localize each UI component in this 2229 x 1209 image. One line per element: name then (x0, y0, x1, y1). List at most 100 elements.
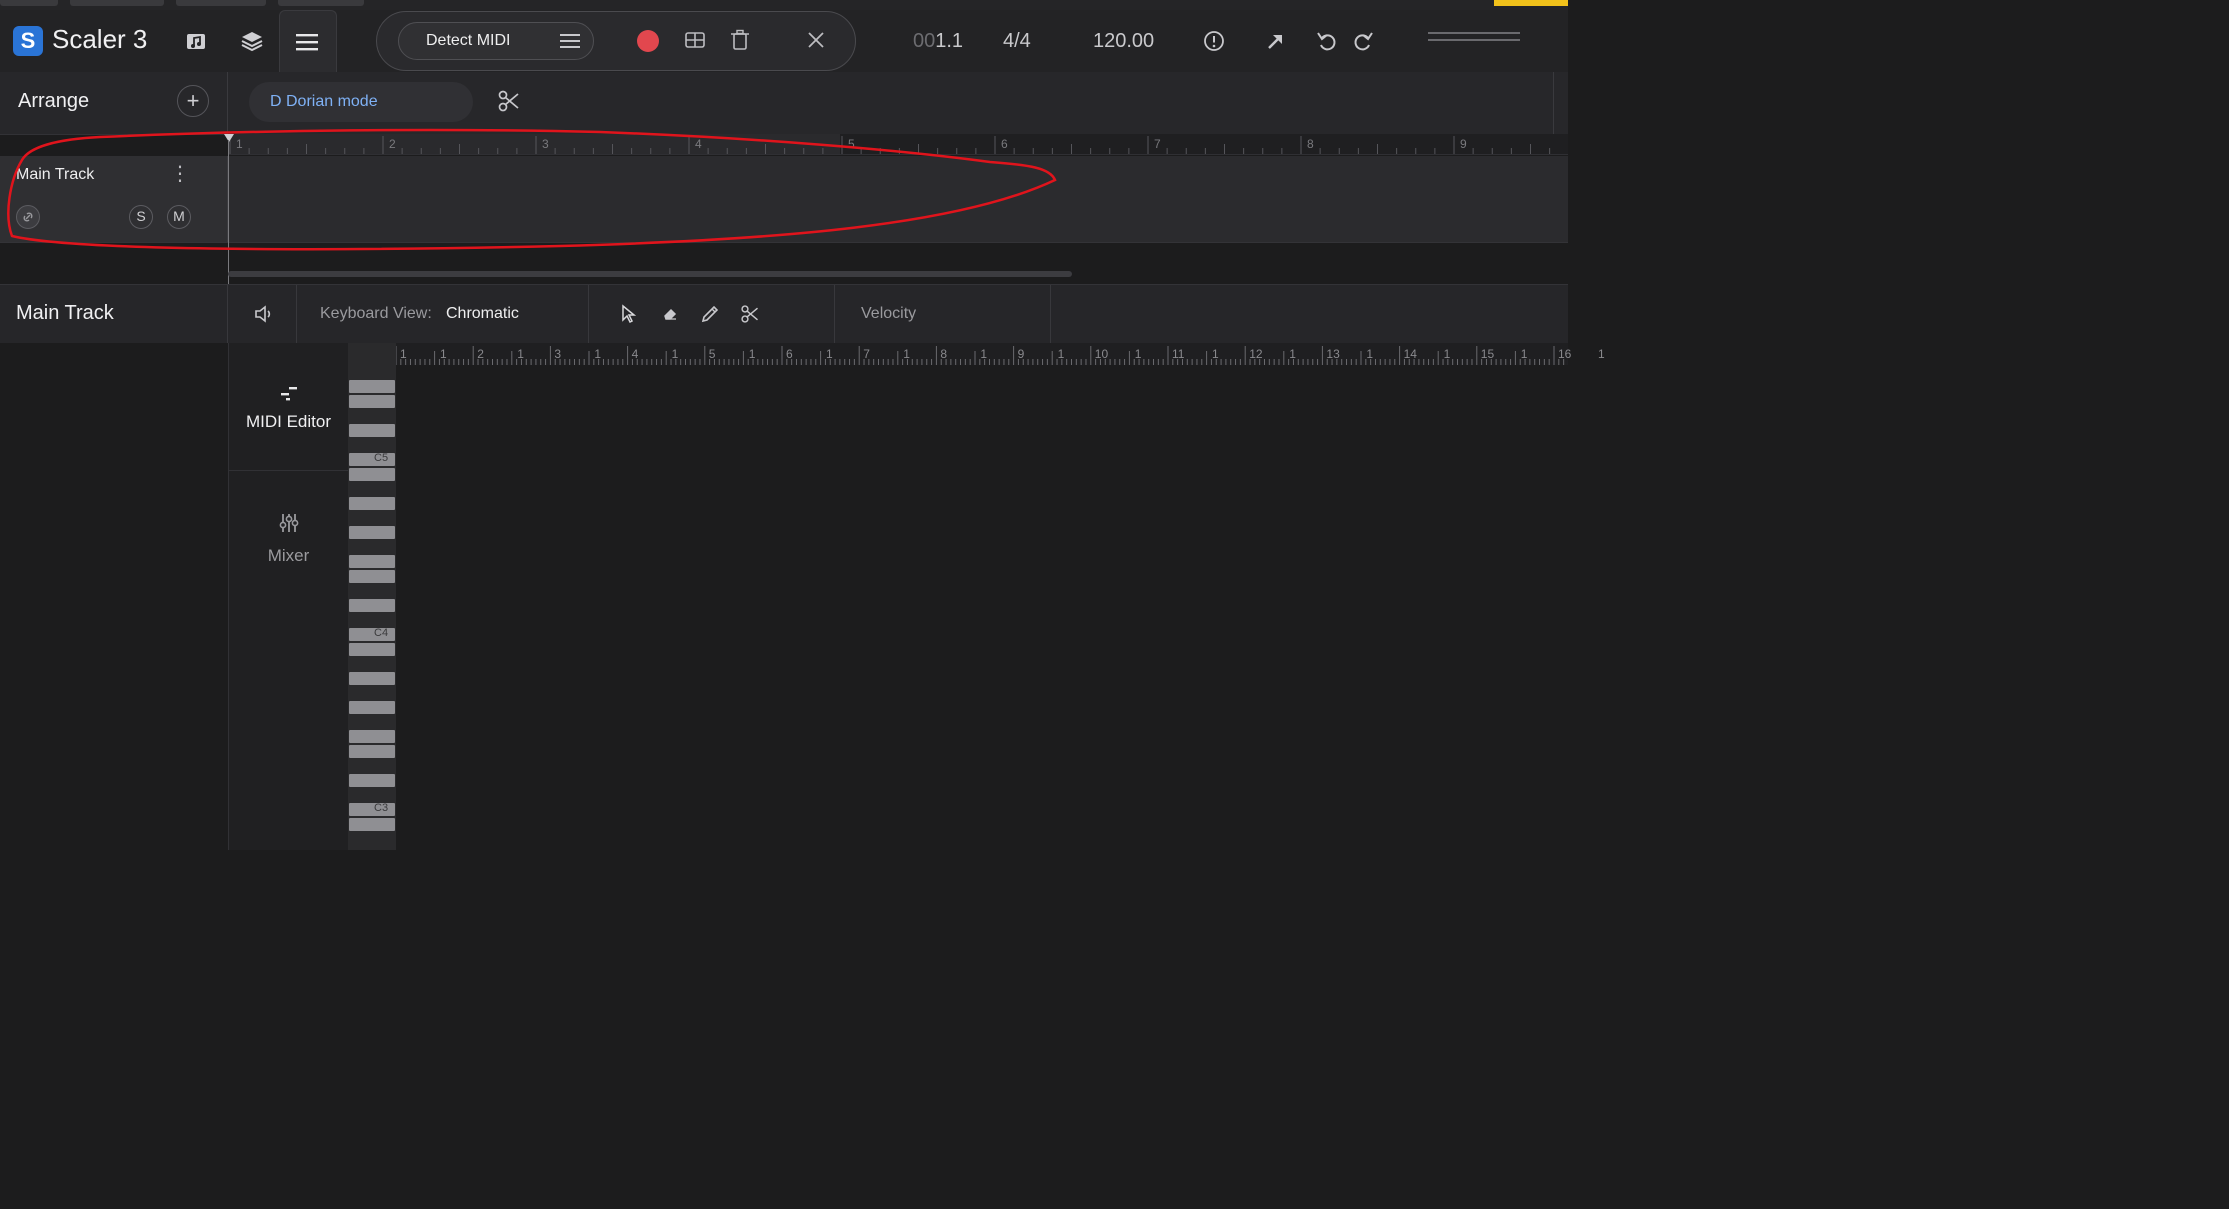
roll-beat-number: 1 (1366, 347, 1374, 361)
roll-beat-number: 1 (1057, 347, 1065, 361)
divider (834, 285, 835, 343)
roll-bar-number: 5 (708, 347, 716, 361)
roll-beat-number: 1 (594, 347, 602, 361)
piano-key[interactable] (349, 424, 395, 437)
position-value: 1.1 (935, 30, 964, 52)
piano-key[interactable] (349, 380, 395, 393)
top-yellow-badge[interactable] (1494, 0, 1568, 6)
roll-beat-number: 1 (1443, 347, 1451, 361)
capture-icon[interactable] (680, 25, 710, 55)
mixer-tab[interactable]: Mixer (229, 511, 348, 566)
pencil-icon[interactable] (695, 299, 725, 329)
roll-beat-number: 1 (1520, 347, 1528, 361)
record-button[interactable] (637, 30, 659, 52)
layers-icon[interactable] (237, 26, 267, 56)
piano-keyboard[interactable]: C5 C4 C3 (348, 343, 396, 850)
roll-bar-number: 9 (1017, 347, 1025, 361)
tab-arrange[interactable] (279, 10, 337, 73)
editor-title: Main Track (16, 302, 114, 324)
detect-midi-button[interactable]: Detect MIDI (398, 22, 594, 60)
arrange-scrollbar[interactable] (228, 271, 1072, 277)
piano-roll-ruler[interactable]: 1 1 2 1 3 1 4 1 5 1 6 1 7 1 8 1 9 1 10 1 11 1 12 1 13 1 14 1 15 1 16 1 (395, 343, 1627, 365)
editor-toolbar: Main Track Keyboard View: Chromatic Velo… (0, 284, 1568, 344)
editor-mode-panel: MIDI Editor Mixer (229, 343, 348, 850)
piano-key[interactable] (349, 628, 395, 641)
ruler-bar-number: 8 (1307, 137, 1314, 151)
piano-key[interactable] (349, 803, 395, 816)
piano-key[interactable] (349, 468, 395, 481)
piano-key[interactable] (349, 643, 395, 656)
piano-key[interactable] (349, 599, 395, 612)
piano-key[interactable] (349, 818, 395, 831)
add-track-button[interactable]: + (177, 85, 209, 117)
scale-selector[interactable]: D Dorian mode (249, 82, 473, 122)
list-icon[interactable] (560, 33, 580, 49)
ruler-bar-number: 7 (1154, 137, 1161, 151)
eraser-icon[interactable] (655, 299, 685, 329)
piano-key[interactable] (349, 453, 395, 466)
roll-bar-number: 13 (1326, 347, 1340, 361)
position-display[interactable]: 001.1 (913, 30, 963, 53)
export-arrow-icon[interactable] (1261, 26, 1291, 56)
piano-key[interactable] (349, 570, 395, 583)
ruler-bar-number: 9 (1460, 137, 1467, 151)
undo-icon[interactable] (1312, 26, 1342, 56)
piano-key[interactable] (349, 555, 395, 568)
alert-icon[interactable] (1199, 26, 1229, 56)
roll-beat-number: 1 (980, 347, 988, 361)
piano-key[interactable] (349, 774, 395, 787)
roll-beat-number: 1 (748, 347, 756, 361)
roll-bar-number: 10 (1094, 347, 1109, 361)
speaker-icon[interactable] (249, 299, 279, 329)
time-signature[interactable]: 4/4 (1003, 30, 1031, 53)
divider (1050, 285, 1051, 343)
top-tab-stub[interactable] (176, 0, 266, 6)
scissors-icon[interactable] (494, 86, 524, 116)
roll-bar-number: 12 (1249, 347, 1263, 361)
song-icon[interactable] (181, 26, 211, 56)
app-header: S Scaler 3 Detect MIDI 001.1 4/4 120.00 (0, 10, 1568, 73)
tempo-display[interactable]: 120.00 (1093, 30, 1154, 53)
roll-beat-number: 1 (903, 347, 910, 361)
top-tab-stub[interactable] (278, 0, 364, 6)
redo-icon[interactable] (1348, 26, 1378, 56)
keyboard-view-select[interactable]: Chromatic (446, 305, 519, 323)
piano-key[interactable] (349, 395, 395, 408)
position-dim: 00 (913, 30, 936, 52)
more-menu-handle[interactable] (1428, 32, 1520, 46)
pointer-icon[interactable] (613, 299, 643, 329)
top-strip (0, 0, 1568, 10)
piano-key[interactable] (349, 730, 395, 743)
piano-key[interactable] (349, 701, 395, 714)
roll-bar-number: 8 (940, 347, 948, 361)
piano-roll-grid[interactable] (396, 343, 1568, 850)
top-tab-stub[interactable] (0, 0, 58, 6)
cut-icon[interactable] (735, 299, 765, 329)
piano-key[interactable] (349, 497, 395, 510)
arrange-divider (1553, 72, 1554, 134)
roll-bar-number: 3 (554, 347, 562, 361)
midi-editor-label: MIDI Editor (245, 412, 332, 431)
trash-icon[interactable] (725, 25, 755, 55)
roll-beat-number: 1 (1598, 347, 1605, 361)
roll-beat-number: 1 (1212, 347, 1219, 361)
roll-bar-number: 6 (786, 347, 793, 361)
top-tab-stub[interactable] (70, 0, 164, 6)
scale-label: D Dorian mode (270, 93, 378, 110)
mixer-label: Mixer (267, 546, 310, 565)
piano-key[interactable] (349, 745, 395, 758)
piano-key[interactable] (349, 526, 395, 539)
midi-editor-tab[interactable]: MIDI Editor (229, 383, 348, 432)
editor-sidebar-empty (0, 343, 229, 850)
roll-bar-number: 7 (863, 347, 870, 361)
roll-bar-number: 4 (631, 347, 639, 361)
midi-editor-icon (280, 387, 297, 401)
close-icon[interactable] (801, 25, 831, 55)
piano-key[interactable] (349, 672, 395, 685)
roll-beat-number: 1 (1289, 347, 1296, 361)
velocity-button[interactable]: Velocity (861, 305, 916, 323)
roll-beat-number: 1 (671, 347, 679, 361)
arrange-title: Arrange (18, 90, 90, 112)
red-annotation-outline (7, 128, 1057, 251)
roll-bar-number: 1 (400, 347, 407, 361)
